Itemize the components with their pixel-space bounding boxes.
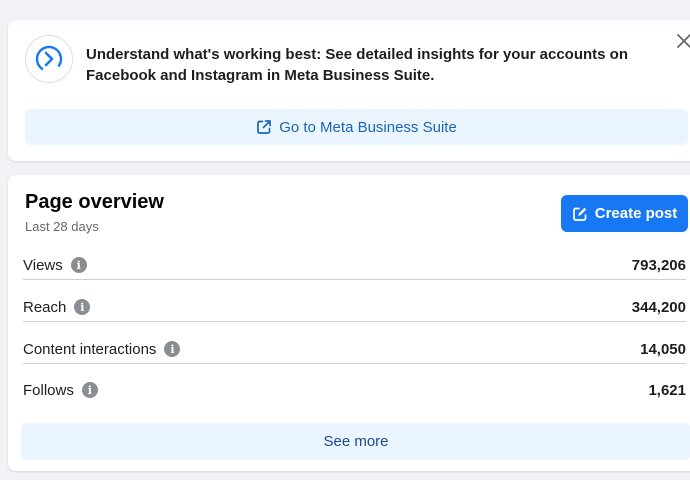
edit-icon [572, 207, 587, 221]
metric-label: Views [23, 256, 63, 274]
metric-label: Content interactions [23, 340, 157, 358]
external-link-icon [257, 120, 272, 134]
divider [23, 321, 686, 322]
info-icon[interactable]: i [70, 257, 87, 273]
metric-row-reach: Reach i 344,200 [23, 293, 686, 321]
info-icon[interactable]: i [74, 299, 91, 315]
date-range-label: Last 28 days [25, 219, 99, 234]
page-overview-card: Page overview Last 28 days Create post V… [8, 175, 690, 471]
metric-row-content-interactions: Content interactions i 14,050 [23, 335, 686, 363]
divider [23, 279, 686, 280]
go-to-meta-business-suite-button[interactable]: Go to Meta Business Suite [25, 109, 688, 145]
close-icon[interactable] [674, 31, 690, 51]
metric-value: 793,206 [631, 256, 686, 274]
create-post-button[interactable]: Create post [561, 195, 688, 232]
divider [23, 363, 686, 364]
banner-message: Understand what's working best: See deta… [86, 46, 628, 84]
see-more-label: See more [323, 433, 389, 450]
metric-row-follows: Follows i 1,621 [23, 376, 686, 404]
meta-suite-banner: Understand what's working best: See deta… [8, 20, 690, 161]
metric-value: 14,050 [640, 340, 686, 358]
info-icon[interactable]: i [164, 341, 181, 357]
metric-label: Follows [23, 381, 74, 399]
info-icon[interactable]: i [81, 382, 98, 398]
metric-value: 1,621 [648, 381, 686, 399]
see-more-button[interactable]: See more [21, 423, 690, 460]
metric-value: 344,200 [631, 298, 686, 316]
meta-business-suite-logo [25, 35, 73, 83]
metric-row-views: Views i 793,206 [23, 251, 686, 279]
page-title: Page overview [25, 191, 164, 213]
go-to-meta-business-suite-label: Go to Meta Business Suite [279, 118, 457, 136]
metric-label: Reach [23, 298, 67, 316]
create-post-label: Create post [594, 205, 678, 222]
